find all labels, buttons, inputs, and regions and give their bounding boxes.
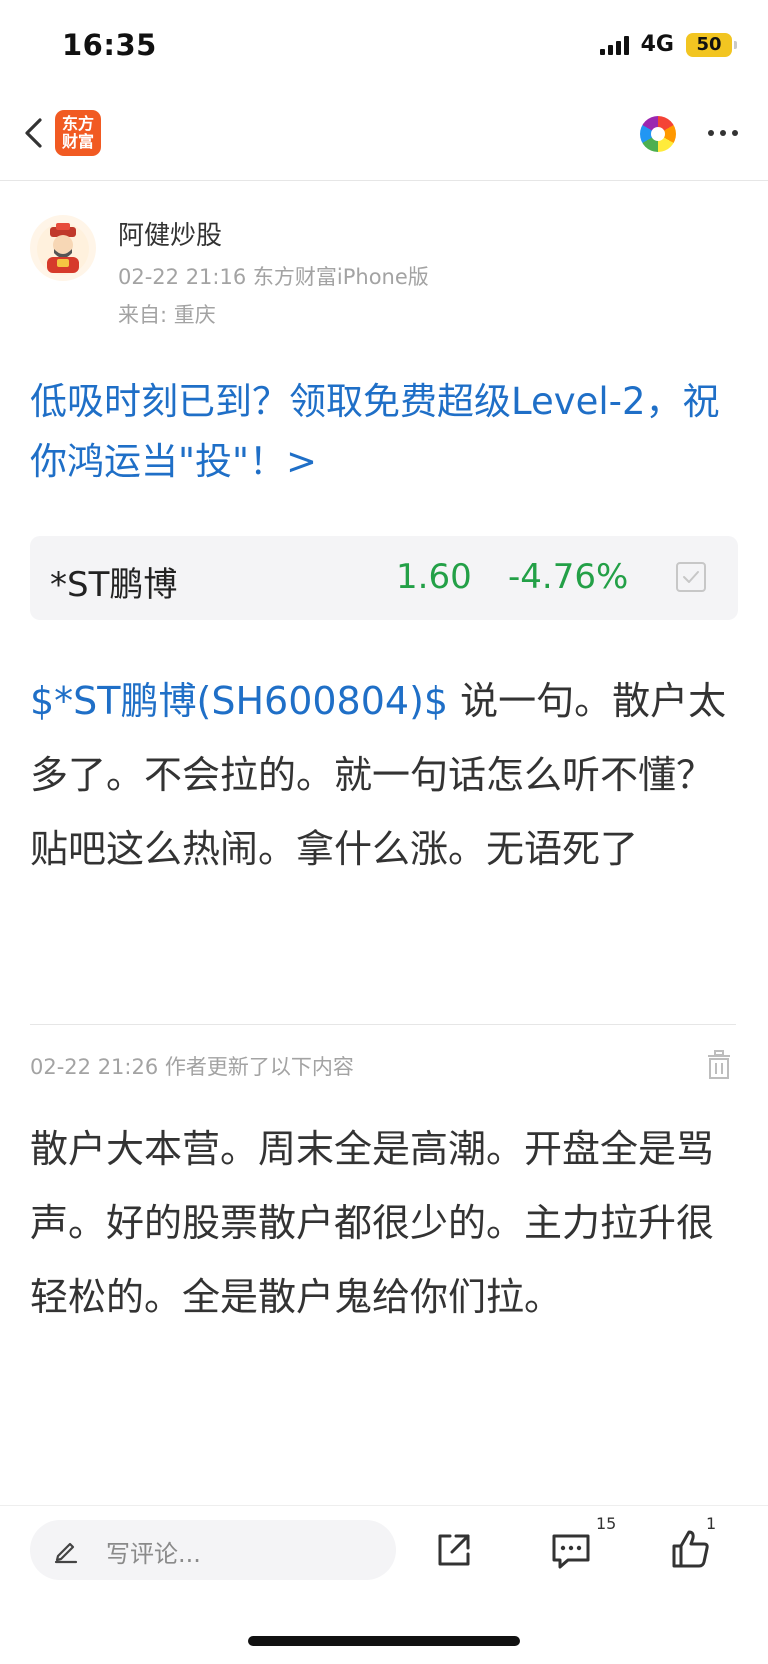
stock-name: *ST鹏博 xyxy=(50,565,178,605)
comment-input[interactable]: 写评论... xyxy=(30,1520,396,1580)
stock-change: -4.76% xyxy=(508,557,629,597)
author-name[interactable]: 阿健炒股 xyxy=(118,215,222,252)
stock-tag-link[interactable]: $*ST鹏博(SH600804)$ xyxy=(30,679,448,723)
app-logo[interactable]: 东方 财富 xyxy=(55,110,101,156)
bottom-bar: 写评论... 15 1 xyxy=(0,1505,768,1664)
post-meta: 02-22 21:16 东方财富iPhone版 xyxy=(118,265,429,289)
trash-icon[interactable] xyxy=(706,1050,732,1080)
promo-link[interactable]: 低吸时刻已到？领取免费超级Level-2，祝你鸿运当"投"！> xyxy=(30,372,742,492)
check-icon[interactable] xyxy=(676,562,706,592)
like-count: 1 xyxy=(706,1514,717,1533)
status-time: 16:35 xyxy=(62,28,157,62)
pen-icon xyxy=(54,1542,78,1564)
update-header: 02-22 21:26 作者更新了以下内容 xyxy=(30,1055,354,1079)
comment-icon[interactable] xyxy=(550,1530,592,1570)
battery-icon: 50 xyxy=(686,32,737,57)
stock-card[interactable]: *ST鹏博 1.60 -4.76% xyxy=(30,536,738,620)
post-body: $*ST鹏博(SH600804)$ 说一句。散户太多了。不会拉的。就一句话怎么听… xyxy=(30,664,742,886)
comment-count: 15 xyxy=(596,1514,617,1533)
battery-level: 50 xyxy=(696,34,722,55)
app-logo-line2: 财富 xyxy=(61,132,94,151)
color-wheel-icon[interactable] xyxy=(640,116,676,152)
avatar[interactable] xyxy=(30,215,96,281)
thumbs-up-icon[interactable] xyxy=(670,1528,712,1570)
post-location: 来自: 重庆 xyxy=(118,303,216,327)
stock-price: 1.60 xyxy=(396,557,472,597)
network-type: 4G xyxy=(640,32,674,57)
divider xyxy=(30,1024,736,1025)
app-logo-line1: 东方 xyxy=(61,114,94,133)
more-dots-icon[interactable] xyxy=(708,130,738,136)
home-indicator[interactable] xyxy=(248,1636,520,1646)
share-icon[interactable] xyxy=(434,1530,474,1570)
comment-placeholder: 写评论... xyxy=(106,1540,201,1568)
chevron-left-icon[interactable] xyxy=(18,116,52,150)
update-body: 散户大本营。周末全是高潮。开盘全是骂声。好的股票散户都很少的。主力拉升很轻松的。… xyxy=(30,1127,715,1319)
signal-icon xyxy=(599,35,629,55)
nav-bar: 东方 财富 xyxy=(0,86,768,181)
avatar-icon xyxy=(37,223,89,275)
status-indicators: 4G 50 xyxy=(599,32,737,57)
